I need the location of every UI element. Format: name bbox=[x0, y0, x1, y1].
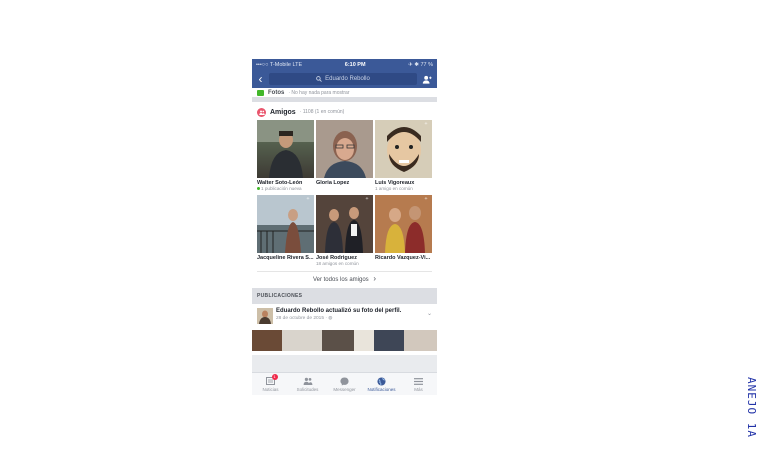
tab-label: Messenger bbox=[333, 387, 356, 392]
add-friend-icon[interactable]: ⁺ bbox=[363, 197, 371, 205]
friends-title: Amigos bbox=[270, 108, 296, 116]
friend-subtitle bbox=[375, 261, 432, 267]
tab-label: Más bbox=[414, 387, 423, 392]
post[interactable]: Eduardo Rebollo actualizó su foto del pe… bbox=[252, 304, 437, 355]
tab-notifications[interactable]: Notificaciones bbox=[363, 373, 400, 395]
post-date[interactable]: 28 de octubre de 2015 · ◍ bbox=[276, 316, 401, 321]
exhibit-annotation: ANEJO 1A bbox=[742, 375, 762, 445]
friend-photo[interactable] bbox=[257, 120, 314, 178]
menu-icon bbox=[414, 376, 424, 386]
friends-section: Amigos · 1108 (1 en común) Walter Soto-L… bbox=[252, 102, 437, 288]
tab-bar: 1 Noticias Solicitudes Messenger Notific… bbox=[252, 372, 437, 395]
new-post-dot bbox=[257, 187, 260, 191]
tab-requests[interactable]: Solicitudes bbox=[289, 373, 326, 395]
friend-request-icon[interactable] bbox=[421, 73, 433, 85]
carrier: •••○○ T-Mobile LTE bbox=[256, 61, 303, 68]
friend-card[interactable]: ⁺ José Rodriguez 18 amigos en común bbox=[316, 195, 373, 267]
friend-photo[interactable]: ⁺ bbox=[257, 195, 314, 253]
friends-count: · 1108 (1 en común) bbox=[299, 109, 345, 115]
post-text[interactable]: Eduardo Rebollo actualizó su foto del pe… bbox=[276, 308, 401, 314]
globe-icon bbox=[377, 376, 387, 386]
tab-news-feed[interactable]: 1 Noticias bbox=[252, 373, 289, 395]
post-header: Eduardo Rebollo actualizó su foto del pe… bbox=[257, 308, 432, 324]
see-all-label: Ver todos los amigos bbox=[312, 277, 369, 283]
notification-badge: 1 bbox=[271, 374, 278, 380]
post-image[interactable] bbox=[252, 330, 437, 351]
search-input[interactable]: Eduardo Rebollo bbox=[269, 73, 417, 85]
photos-subtitle: · No hay nada para mostrar bbox=[288, 89, 350, 96]
battery: ✈ ✱ 77 % bbox=[408, 61, 433, 68]
friends-icon bbox=[303, 376, 313, 386]
see-all-friends-link[interactable]: Ver todos los amigos › bbox=[257, 271, 432, 286]
add-friend-icon[interactable]: ⁺ bbox=[422, 122, 430, 130]
tab-label: Solicitudes bbox=[296, 387, 319, 392]
nav-bar: ‹ Eduardo Rebollo bbox=[252, 70, 437, 88]
tab-label: Noticias bbox=[262, 387, 279, 392]
friend-card[interactable]: Gloria Lopez bbox=[316, 120, 373, 192]
friend-photo[interactable]: ⁺ bbox=[375, 120, 432, 178]
avatar[interactable] bbox=[257, 308, 273, 324]
chevron-down-icon[interactable]: ⌄ bbox=[427, 310, 432, 317]
photos-title: Fotos bbox=[268, 89, 285, 96]
friend-photo[interactable]: ⁺ bbox=[375, 195, 432, 253]
friend-name[interactable]: Ricardo Vazquez-Vi... bbox=[375, 255, 432, 261]
messenger-icon bbox=[340, 376, 350, 386]
photos-row[interactable]: Fotos · No hay nada para mostrar bbox=[252, 88, 437, 97]
friend-subtitle: 1 amigo en común bbox=[375, 186, 413, 191]
friend-photo[interactable]: ⁺ bbox=[316, 195, 373, 253]
friend-card[interactable]: ⁺ Luis Vigoreaux 1 amigo en común bbox=[375, 120, 432, 192]
friend-subtitle: 18 amigos en común bbox=[316, 261, 359, 266]
add-friend-icon[interactable]: ⁺ bbox=[422, 197, 430, 205]
friend-card[interactable]: ⁺ Ricardo Vazquez-Vi... bbox=[375, 195, 432, 267]
annotation-text: ANEJO 1A bbox=[745, 377, 758, 438]
chevron-left-icon[interactable]: ‹ bbox=[256, 73, 265, 85]
search-icon bbox=[316, 76, 322, 82]
friend-subtitle-text: 1 publicación nueva bbox=[261, 186, 302, 191]
phone-screen: •••○○ T-Mobile LTE 6:10 PM ✈ ✱ 77 % ‹ Ed… bbox=[252, 59, 437, 395]
friend-card[interactable]: Walter Soto-León 1 publicación nueva bbox=[257, 120, 314, 192]
post-meta: Eduardo Rebollo actualizó su foto del pe… bbox=[276, 308, 401, 324]
friend-card[interactable]: ⁺ Jacqueline Rivera S... bbox=[257, 195, 314, 267]
friend-photo[interactable] bbox=[316, 120, 373, 178]
friend-subtitle bbox=[257, 261, 314, 267]
tab-messenger[interactable]: Messenger bbox=[326, 373, 363, 395]
clock: 6:10 PM bbox=[344, 61, 366, 68]
search-text: Eduardo Rebollo bbox=[325, 76, 370, 82]
photos-icon bbox=[257, 89, 264, 96]
friends-grid: Walter Soto-León 1 publicación nueva Glo… bbox=[257, 120, 432, 267]
status-bar: •••○○ T-Mobile LTE 6:10 PM ✈ ✱ 77 % bbox=[252, 59, 437, 70]
friend-name[interactable]: Jacqueline Rivera S... bbox=[257, 255, 314, 261]
friend-subtitle bbox=[316, 186, 373, 192]
friends-header[interactable]: Amigos · 1108 (1 en común) bbox=[257, 106, 432, 118]
friend-subtitle: 1 publicación nueva bbox=[257, 186, 314, 192]
chevron-right-icon: › bbox=[373, 274, 377, 283]
tab-label: Notificaciones bbox=[367, 387, 396, 392]
friends-icon bbox=[257, 107, 266, 117]
tab-more[interactable]: Más bbox=[400, 373, 437, 395]
publications-header: PUBLICACIONES bbox=[252, 288, 437, 304]
add-friend-icon[interactable]: ⁺ bbox=[304, 197, 312, 205]
